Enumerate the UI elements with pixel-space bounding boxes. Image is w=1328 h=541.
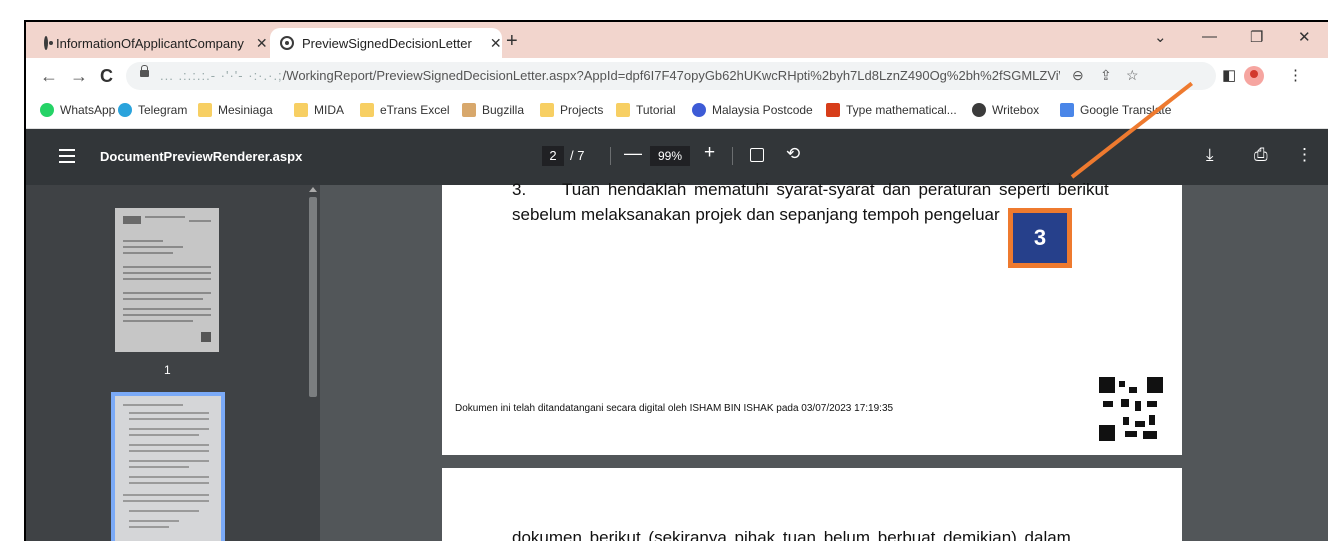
restore-button[interactable]: ❐ [1250,28,1263,46]
bookmark-etrans-excel[interactable]: eTrans Excel [360,103,450,117]
bookmark-tutorial[interactable]: Tutorial [616,103,676,117]
folder-icon [294,103,308,117]
scrollbar-thumb[interactable] [309,197,317,397]
bookmark-writebox[interactable]: Writebox [972,103,1039,117]
share-icon[interactable]: ⇪ [1100,67,1112,84]
globe-icon [280,36,294,50]
download-icon[interactable]: ⤓ [1206,145,1214,165]
zoom-level-input[interactable]: 99% [650,146,690,166]
bookmarks-bar: WhatsApp Telegram Mesiniaga MIDA eTrans … [26,94,1328,129]
close-tab-icon[interactable]: ✕ [490,35,502,52]
rotate-icon[interactable]: ⟲ [786,144,800,164]
pdf-toolbar: DocumentPreviewRenderer.aspx 2 / 7 — 99%… [26,129,1328,185]
divider [732,147,733,165]
divider [610,147,611,165]
more-actions-icon[interactable]: ⋮ [1296,145,1313,165]
bookmark-whatsapp[interactable]: WhatsApp [40,103,115,117]
bookmark-bugzilla[interactable]: Bugzilla [462,103,524,117]
t-icon [826,103,840,117]
minimize-button[interactable]: — [1202,28,1217,45]
page-thumbnail-1[interactable] [115,208,219,352]
zoom-out-button[interactable]: — [624,143,642,164]
bookmark-projects[interactable]: Projects [540,103,603,117]
bookmark-malaysia-postcode[interactable]: Malaysia Postcode [692,103,813,117]
browser-window: InformationOfApplicantCompany ✕ PreviewS… [24,20,1328,541]
qr-code [1099,377,1163,441]
thumbnail-scrollbar[interactable] [306,185,320,541]
document-title: DocumentPreviewRenderer.aspx [100,149,303,164]
whatsapp-icon [40,103,54,117]
navigation-toolbar: ← → C ... .:.:.:.- ·'·'- ·:·.·.;/Working… [26,58,1328,94]
close-tab-icon[interactable]: ✕ [256,35,268,52]
paragraph-text: Tuan hendaklah mematuhi syarat-syarat da… [562,180,1109,199]
folder-icon [360,103,374,117]
page-thumbnail-2[interactable] [111,392,225,541]
zoom-icon[interactable]: ⊖ [1072,67,1084,84]
paragraph-text: dokumen berikut (sekiranya pihak tuan be… [512,528,1071,541]
paragraph-number: 3. [512,180,527,199]
telegram-icon [118,103,132,117]
globe-icon [44,36,53,50]
document-page: dokumen berikut (sekiranya pihak tuan be… [442,468,1182,541]
tab-preview-signed-decision-letter[interactable]: PreviewSignedDecisionLetter ✕ [270,28,502,58]
thumbnail-sidebar: 1 [26,185,306,541]
forward-button[interactable]: → [70,66,88,87]
folder-icon [540,103,554,117]
annotation-badge: 3 [1008,208,1072,268]
print-icon[interactable]: ⎙ [1254,145,1268,165]
thumbnail-page-number: 1 [164,363,171,377]
fit-to-page-icon[interactable] [750,148,764,162]
page-number-input[interactable]: 2 [542,146,564,166]
bookmark-mesiniaga[interactable]: Mesiniaga [198,103,273,117]
reload-button[interactable]: C [100,66,113,87]
bookmark-star-icon[interactable]: ☆ [1126,67,1139,84]
bookmark-mida[interactable]: MIDA [294,103,344,117]
menu-hamburger-icon[interactable] [59,149,75,163]
back-button[interactable]: ← [40,66,58,87]
google-translate-icon [1060,103,1074,117]
postcode-icon [692,103,706,117]
tab-label: PreviewSignedDecisionLetter [302,35,472,51]
tab-search-chevron-icon[interactable]: ⌄ [1154,28,1167,46]
tab-information-of-applicant-company[interactable]: InformationOfApplicantCompany ✕ [34,28,268,58]
lock-icon [140,65,149,77]
profile-avatar[interactable] [1244,66,1264,86]
paragraph-text: sebelum melaksanakan projek dan sepanjan… [512,205,1000,224]
folder-icon [198,103,212,117]
close-window-button[interactable]: ✕ [1298,28,1311,46]
tab-strip: InformationOfApplicantCompany ✕ PreviewS… [26,22,1328,58]
page-total: / 7 [570,148,585,163]
tab-label: InformationOfApplicantCompany [56,35,244,51]
side-panel-icon[interactable]: ◧ [1222,66,1236,84]
zoom-in-button[interactable]: + [704,142,715,164]
address-bar[interactable]: ... .:.:.:.- ·'·'- ·:·.·.;/WorkingReport… [126,62,1216,90]
url-text: ... .:.:.:.- ·'·'- ·:·.·.;/WorkingReport… [160,68,1060,83]
scroll-up-arrow-icon[interactable] [309,187,317,192]
menu-dots-icon[interactable]: ⋮ [1288,66,1303,84]
bookmark-telegram[interactable]: Telegram [118,103,187,117]
bookmark-type-mathematical[interactable]: Type mathematical... [826,103,957,117]
bugzilla-icon [462,103,476,117]
new-tab-button[interactable]: + [506,30,518,53]
folder-icon [616,103,630,117]
globe-icon [972,103,986,117]
digital-signature-note: Dokumen ini telah ditandatangani secara … [455,403,894,414]
